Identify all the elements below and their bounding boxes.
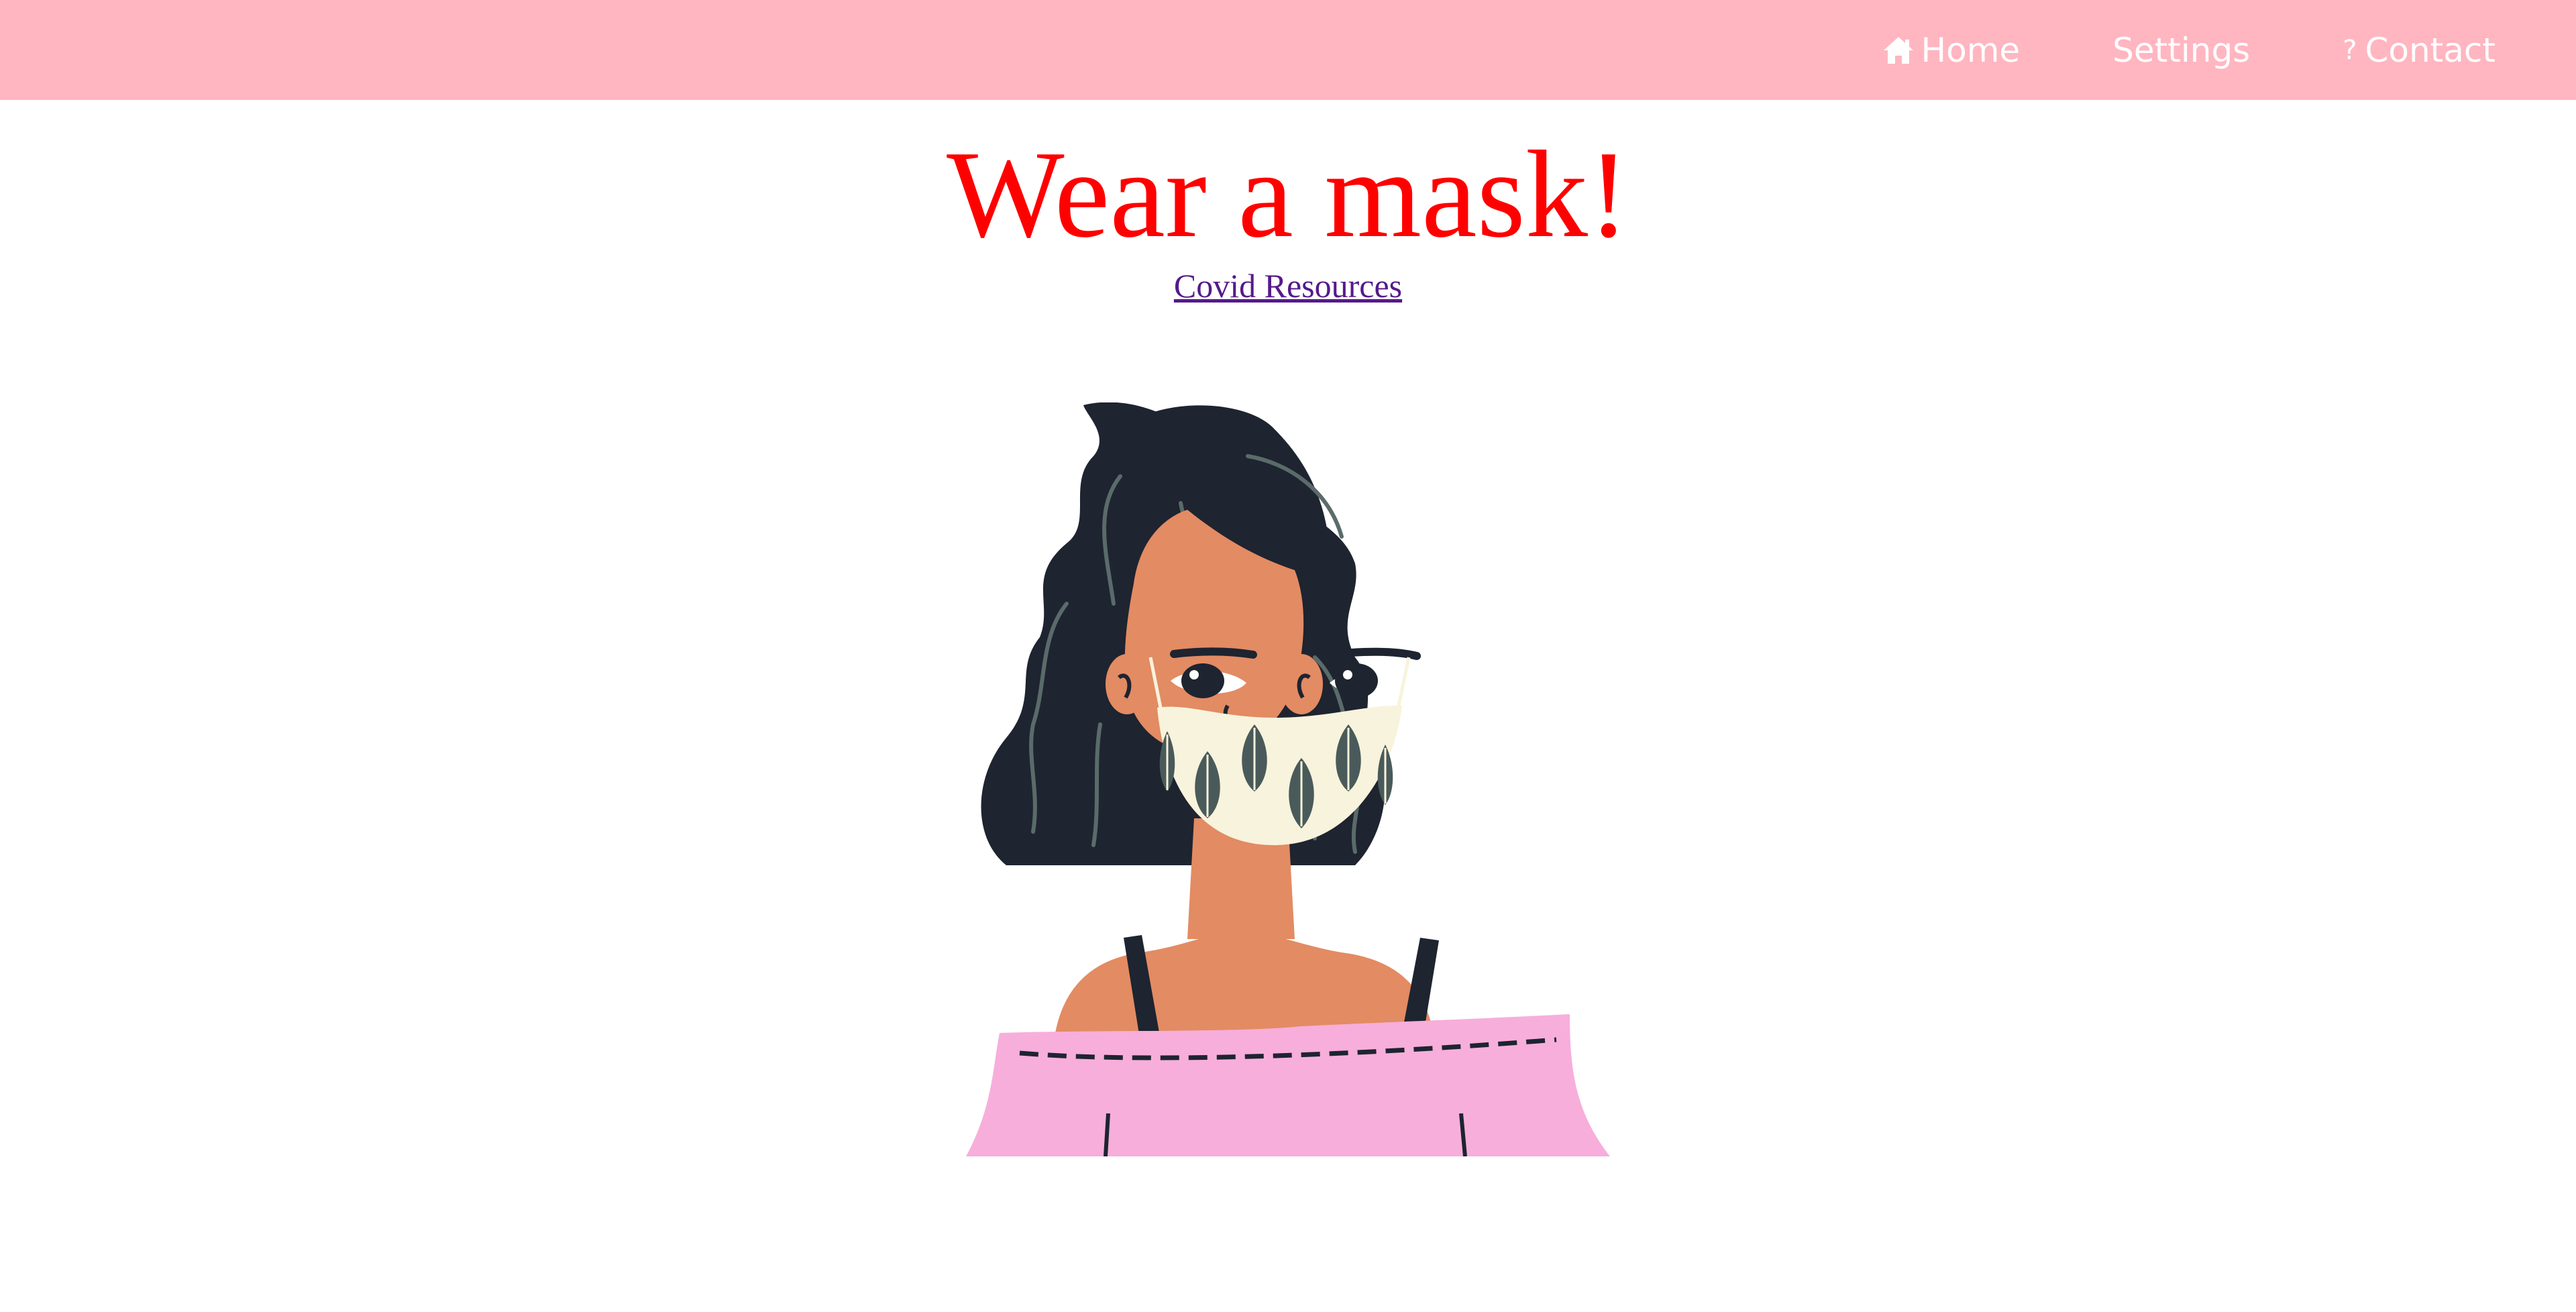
covid-resources-link[interactable]: Covid Resources [1174,267,1402,305]
nav-home-label: Home [1921,30,2021,70]
home-icon [1882,36,1915,65]
nav-home-link[interactable]: Home [1882,30,2021,70]
nav-contact-link[interactable]: ? Contact [2343,31,2496,70]
pink-top [966,1014,1610,1156]
left-ear [1106,654,1148,714]
nav-links: Home Settings ? Contact [1882,0,2496,100]
left-eyebrow [1170,647,1257,659]
masked-woman-illustration [966,402,1610,1157]
page-title: Wear a mask! [947,125,1629,264]
right-ear [1280,654,1323,714]
top-navbar: Home Settings ? Contact [0,0,2576,100]
illustration-svg [966,402,1610,1157]
resources-link-wrapper: Covid Resources [0,266,2576,306]
nav-settings-label: Settings [2112,30,2251,70]
right-eyebrow [1330,647,1421,660]
nav-contact-label: Contact [2365,30,2496,70]
nav-settings-link[interactable]: Settings [2112,31,2250,70]
question-icon: ? [2343,34,2357,66]
